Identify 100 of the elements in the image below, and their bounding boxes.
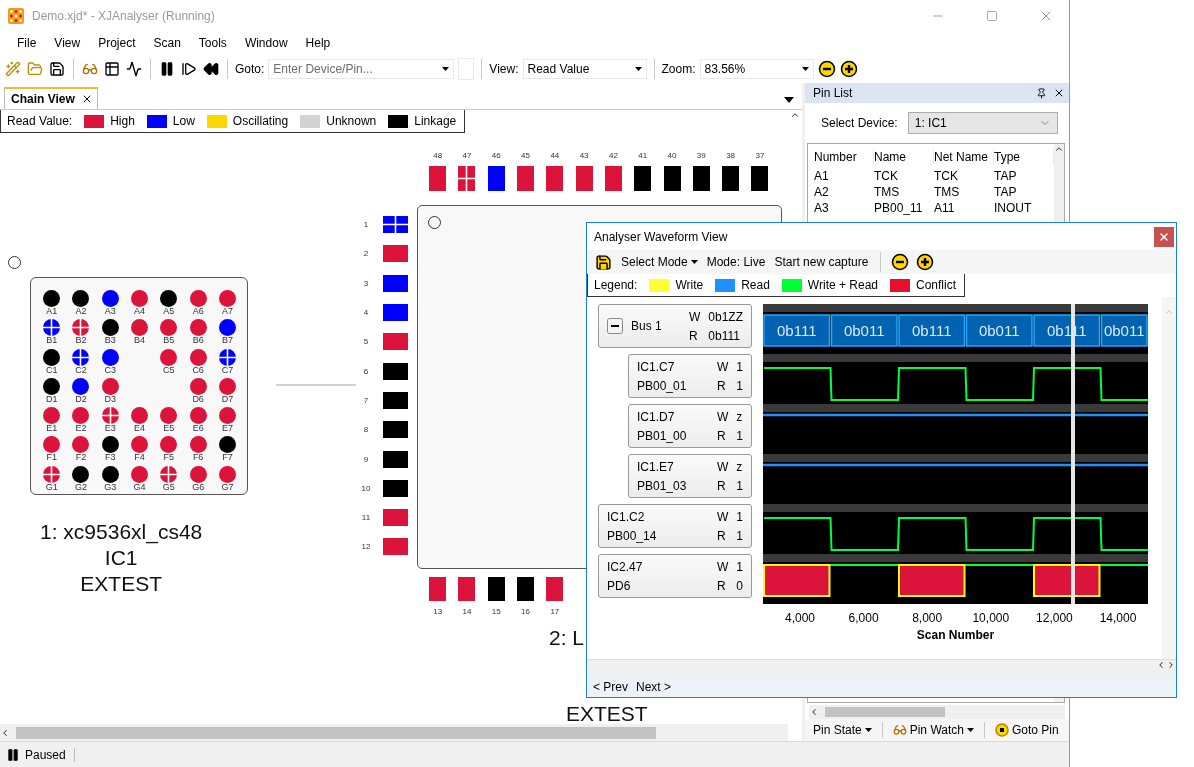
scrollbar-thumb[interactable] [825, 707, 945, 717]
pin-icon[interactable] [1036, 87, 1047, 99]
save-button[interactable] [48, 59, 66, 78]
pin-dot[interactable] [43, 319, 61, 337]
pin-dot[interactable] [43, 436, 61, 454]
menu-item[interactable]: Scan [144, 32, 190, 54]
pin-dot[interactable] [218, 319, 236, 337]
pin-dot[interactable] [72, 319, 90, 337]
pin-dot[interactable] [101, 436, 119, 454]
pin-dot[interactable] [131, 407, 149, 425]
scroll-right-icon[interactable] [1166, 660, 1176, 670]
select-mode-button[interactable]: Select Mode [619, 255, 700, 269]
pin-pad[interactable] [634, 166, 652, 191]
pin-dot[interactable] [160, 436, 178, 454]
pin-dot[interactable] [72, 407, 90, 425]
goto-field[interactable]: Enter Device/Pin... [268, 58, 455, 79]
pin-tool-button[interactable]: Pin State [811, 723, 874, 737]
pin-pad[interactable] [751, 166, 769, 191]
pin-dot[interactable] [189, 436, 207, 454]
close-icon[interactable] [1053, 87, 1065, 99]
pin-dot[interactable] [218, 465, 236, 483]
pin-dot[interactable] [160, 319, 178, 337]
pin-pad[interactable] [383, 216, 408, 234]
pin-dot[interactable] [160, 348, 178, 366]
pin-dot[interactable] [131, 290, 149, 307]
menu-item[interactable]: File [8, 32, 46, 54]
column-header[interactable]: Number [814, 150, 874, 164]
pin-dot[interactable] [101, 377, 119, 395]
pin-pad[interactable] [383, 450, 408, 468]
nav-link[interactable]: < Prev [593, 679, 628, 694]
start-capture-button[interactable]: Start new capture [772, 255, 871, 269]
menu-item[interactable]: Window [235, 32, 297, 54]
pin-dot[interactable] [72, 290, 90, 307]
scroll-left-icon[interactable] [0, 727, 10, 738]
pin-dot[interactable] [189, 377, 207, 395]
pin-dot[interactable] [43, 407, 61, 425]
pin-pad[interactable] [383, 421, 408, 439]
close-button[interactable] [1154, 226, 1174, 247]
pin-tool-button[interactable]: Goto Pin [992, 723, 1061, 737]
nav-link[interactable]: Next > [636, 679, 672, 694]
pin-dot[interactable] [131, 319, 149, 337]
pin-dot[interactable] [43, 348, 61, 366]
pin-dot[interactable] [101, 290, 119, 307]
pin-dot[interactable] [160, 465, 178, 483]
pin-dot[interactable] [72, 436, 90, 454]
pin-pad[interactable] [692, 166, 710, 191]
pin-dot[interactable] [131, 465, 149, 483]
pin-tool-button[interactable]: Pin Watch [890, 723, 976, 737]
pin-pad[interactable] [383, 391, 408, 409]
zoom-dropdown[interactable]: 83.56% [699, 58, 814, 79]
pin-dot[interactable] [189, 319, 207, 337]
pin-pad[interactable] [383, 274, 408, 292]
zoom-out-icon[interactable] [817, 59, 836, 78]
pin-pad[interactable] [517, 577, 535, 601]
tab-menu-icon[interactable] [784, 97, 794, 103]
pin-pad[interactable] [722, 166, 740, 191]
pin-pad[interactable] [663, 166, 681, 191]
pin-pad[interactable] [487, 166, 505, 191]
scroll-left-icon[interactable] [809, 707, 819, 717]
scroll-up-icon[interactable] [1054, 144, 1064, 154]
menu-item[interactable]: Project [89, 32, 145, 54]
scrollbar-thumb[interactable] [16, 726, 656, 739]
pin-pad[interactable] [383, 304, 408, 322]
pin-dot[interactable] [160, 290, 178, 307]
pin-dot[interactable] [72, 348, 90, 366]
pin-dot[interactable] [101, 348, 119, 366]
menu-item[interactable]: View [45, 32, 90, 54]
pin-pad[interactable] [383, 479, 408, 497]
scroll-up-icon[interactable] [790, 110, 800, 120]
pin-dot[interactable] [218, 407, 236, 425]
zoom-in-icon[interactable] [916, 253, 935, 271]
pin-dot[interactable] [43, 377, 61, 395]
pin-dot[interactable] [101, 465, 119, 483]
pin-pad[interactable] [383, 362, 408, 380]
chain-view-tab[interactable]: Chain View [4, 87, 98, 109]
pin-dot[interactable] [189, 348, 207, 366]
pin-dot[interactable] [43, 290, 61, 307]
save-icon[interactable] [595, 253, 612, 271]
new-project-button[interactable] [4, 59, 22, 78]
pin-dot[interactable] [218, 436, 236, 454]
column-header[interactable]: Net Name [934, 150, 994, 164]
sheet-button[interactable] [103, 59, 121, 78]
pin-dot[interactable] [131, 436, 149, 454]
column-header[interactable]: Name [874, 150, 934, 164]
view-dropdown[interactable]: Read Value [522, 58, 647, 79]
pin-dot[interactable] [189, 407, 207, 425]
pin-dot[interactable] [72, 377, 90, 395]
menu-item[interactable]: Tools [189, 32, 236, 54]
collapse-icon[interactable] [607, 318, 623, 334]
zoom-out-icon[interactable] [891, 253, 910, 271]
pin-dot[interactable] [72, 465, 90, 483]
zoom-in-icon[interactable] [839, 59, 858, 78]
waveform-button[interactable] [125, 59, 143, 78]
pin-dot[interactable] [189, 290, 207, 307]
pin-dot[interactable] [218, 290, 236, 307]
pin-pad[interactable] [487, 577, 505, 601]
pin-dot[interactable] [218, 377, 236, 395]
pin-dot[interactable] [101, 407, 119, 425]
pin-dot[interactable] [101, 319, 119, 337]
scroll-left-icon[interactable] [1156, 660, 1166, 670]
